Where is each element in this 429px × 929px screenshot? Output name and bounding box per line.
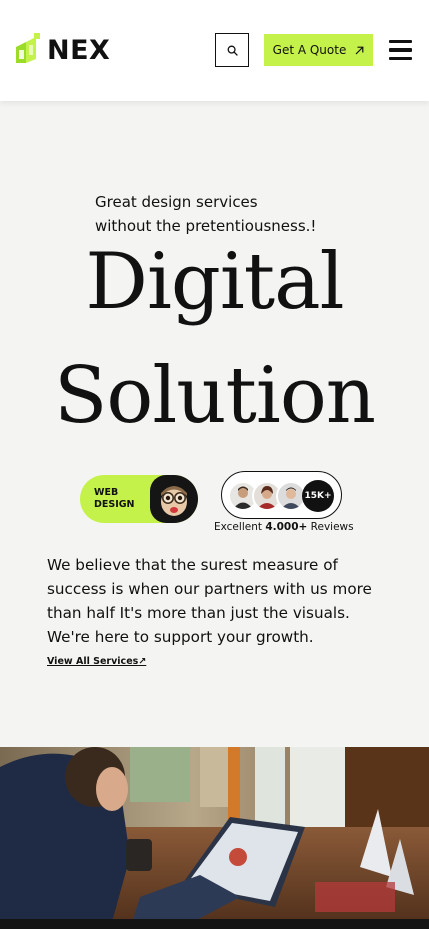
view-all-services-link[interactable]: View All Services↗	[47, 656, 146, 667]
hero-tagline: Great design services without the preten…	[95, 190, 355, 238]
logo-icon	[16, 33, 40, 63]
reviews-caption-prefix: Excellent	[214, 521, 266, 533]
get-a-quote-button[interactable]: Get A Quote	[264, 34, 373, 66]
3d-character-avatar	[150, 475, 198, 523]
search-button[interactable]	[215, 33, 249, 67]
site-header: NEX Get A Quote	[0, 0, 429, 101]
arrow-up-right-icon	[355, 46, 364, 54]
reviews-count-badge: 15K+	[302, 480, 334, 512]
logo-text: NEX	[47, 34, 111, 66]
reviews-caption-suffix: Reviews	[307, 521, 354, 533]
web-design-label: WEB DESIGN	[94, 487, 135, 511]
hero-headline-line-1: Digital	[85, 237, 344, 327]
reviews-caption: Excellent 4.000+ Reviews	[214, 521, 354, 533]
hero-photo	[0, 747, 429, 929]
get-a-quote-label: Get A Quote	[272, 43, 347, 57]
reviews-avatars-pill[interactable]: 15K+	[221, 471, 342, 519]
brand-logo[interactable]: NEX	[14, 32, 110, 68]
hero-description: We believe that the surest measure of su…	[47, 556, 372, 646]
search-icon	[227, 45, 238, 56]
arrow-up-right-icon: ↗	[138, 656, 147, 667]
view-all-services-label: View All Services	[47, 656, 139, 667]
hamburger-menu-icon[interactable]	[389, 40, 412, 60]
tagline-line-1: Great design services	[95, 193, 258, 211]
web-design-pill[interactable]: WEB DESIGN	[80, 475, 198, 523]
web-design-label-line-1: WEB	[94, 487, 119, 498]
web-design-label-line-2: DESIGN	[94, 499, 135, 510]
character-face-icon	[161, 486, 187, 516]
reviews-caption-number: 4.000+	[265, 521, 308, 533]
person-working-on-laptop-image	[0, 747, 429, 929]
hero-headline-line-2: Solution	[53, 351, 376, 441]
